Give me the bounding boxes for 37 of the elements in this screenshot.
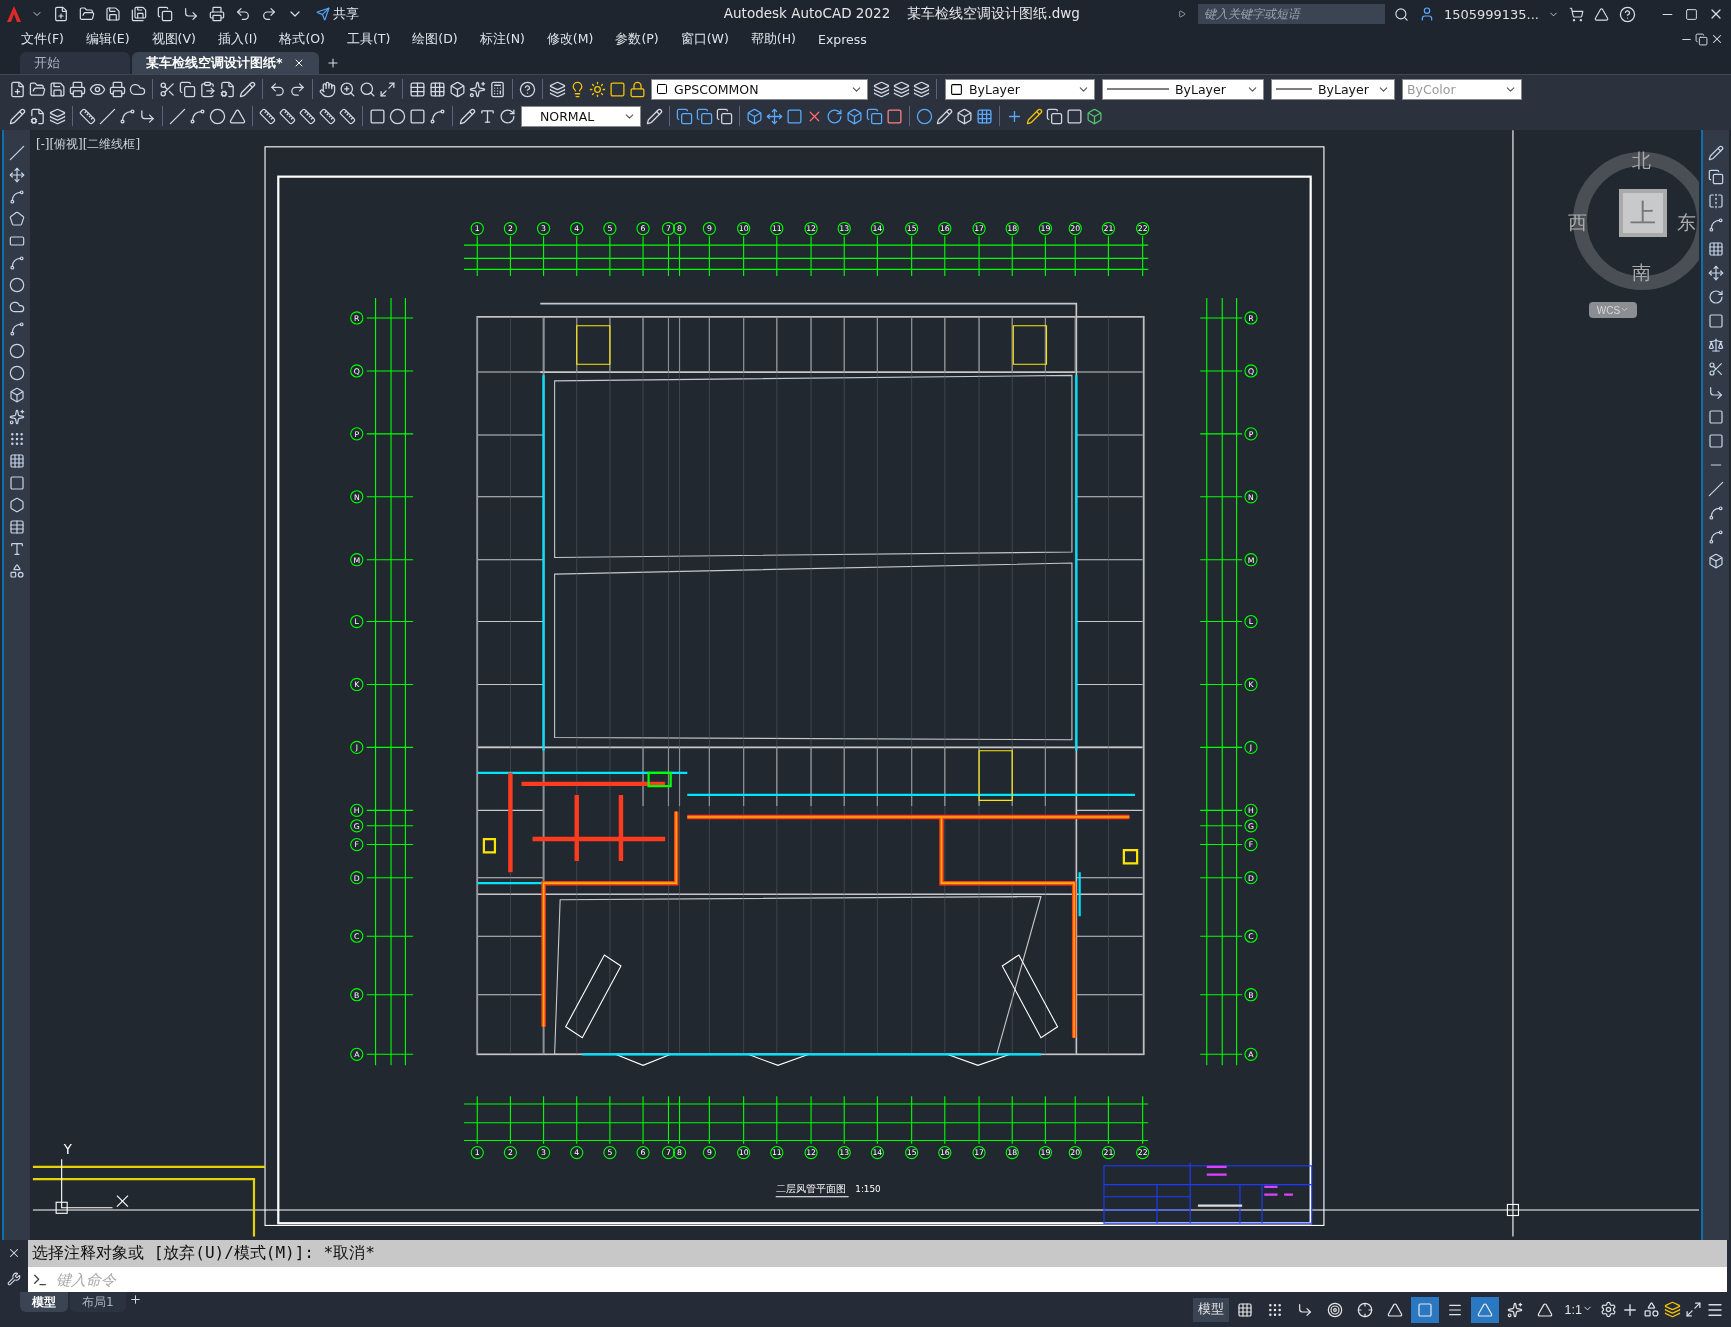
text-style-dropdown[interactable]: NORMAL — [521, 105, 641, 127]
compass-north[interactable]: 北 — [1632, 148, 1651, 174]
layout-tab[interactable]: 布局1 — [70, 1292, 126, 1312]
user-name[interactable]: 1505999135... — [1443, 6, 1539, 22]
menu-item[interactable]: 帮助(H) — [739, 30, 807, 48]
command-history: 选择注释对象或 [放弃(U)/模式(M)]: *取消* — [28, 1240, 1727, 1267]
file-tab[interactable]: 某车检线空调设计图纸* — [132, 52, 319, 74]
menu-item[interactable]: 修改(M) — [535, 30, 605, 48]
menu-item[interactable]: 参数(P) — [604, 30, 670, 48]
linetype-dropdown[interactable]: ByLayer — [1102, 78, 1264, 100]
color-dropdown[interactable]: ByLayer — [945, 78, 1095, 100]
layout-tab[interactable]: 模型 — [20, 1292, 68, 1312]
menu-item[interactable]: 编辑(E) — [74, 30, 141, 48]
viewport-controls[interactable]: [-][俯视][二维线框] — [36, 136, 141, 153]
menu-item[interactable]: 文件(F) — [10, 30, 75, 48]
compass-east[interactable]: 东 — [1677, 210, 1696, 236]
menu-item[interactable]: 视图(V) — [140, 30, 207, 48]
share-button[interactable]: 共享 — [312, 5, 363, 23]
layer-dropdown[interactable]: GPSCOMMON — [651, 78, 868, 100]
search-field[interactable]: 键入关键字或短语 — [1197, 4, 1385, 24]
menu-item[interactable]: 插入(I) — [206, 30, 269, 48]
model-space-button[interactable]: 模型 — [1192, 1297, 1229, 1322]
drawing-scale: 1:150 — [855, 1184, 881, 1195]
drawing-title: 二层风管平面图 — [775, 1182, 850, 1198]
file-tab[interactable]: 开始 — [20, 52, 130, 74]
menu-item[interactable]: 窗口(W) — [669, 30, 740, 48]
command-field[interactable]: 键入命令 — [28, 1267, 1727, 1292]
menu-item[interactable]: 格式(O) — [268, 30, 336, 48]
menu-item[interactable]: 绘图(D) — [401, 30, 469, 48]
menu-item[interactable]: Express — [807, 31, 878, 47]
menu-item[interactable]: 标注(N) — [468, 30, 536, 48]
menu-item[interactable]: 工具(T) — [335, 30, 402, 48]
lineweight-dropdown[interactable]: ByLayer — [1271, 78, 1395, 100]
compass-south[interactable]: 南 — [1632, 260, 1651, 286]
window-title: Autodesk AutoCAD 2022 某车检线空调设计图纸.dwg — [723, 5, 1080, 23]
compass-west[interactable]: 西 — [1568, 210, 1587, 236]
annotation-scale[interactable]: 1:1 — [1560, 1302, 1597, 1317]
